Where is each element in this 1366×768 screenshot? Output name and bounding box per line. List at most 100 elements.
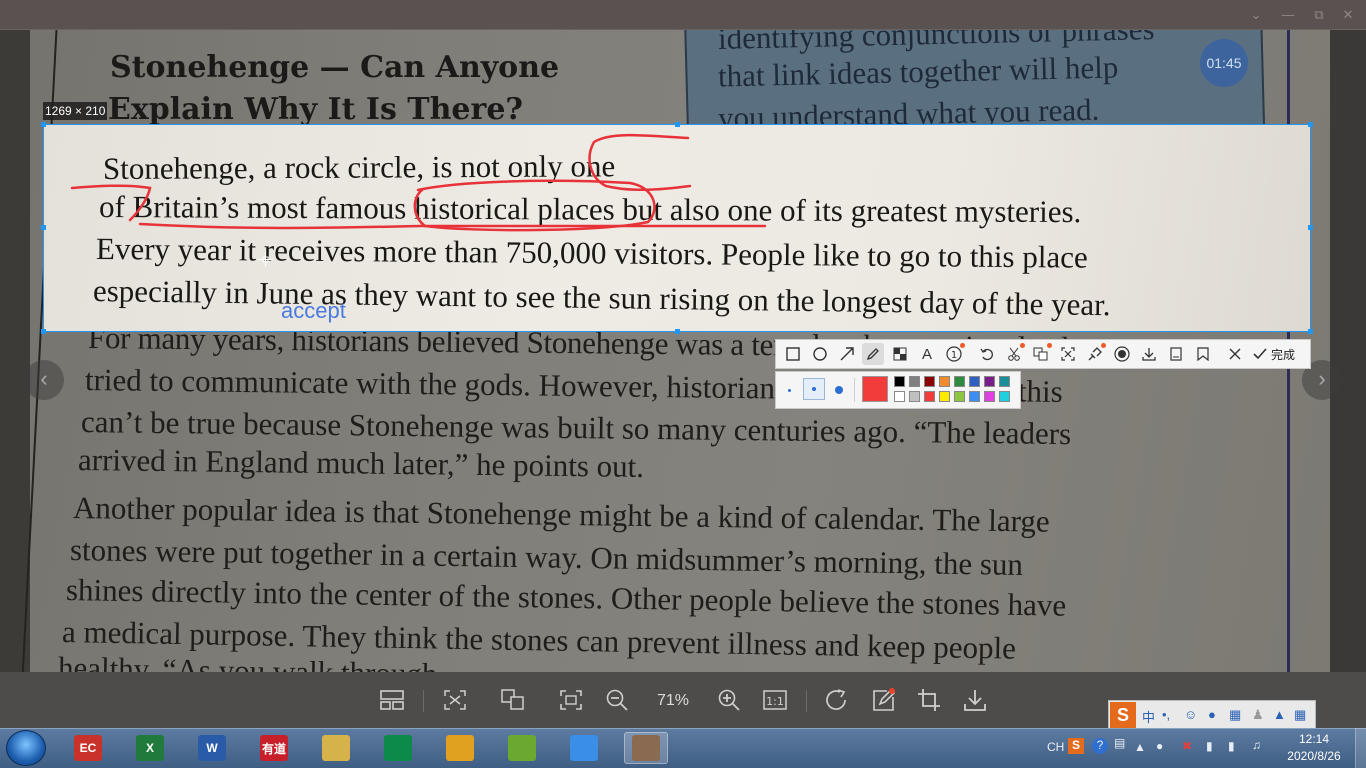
arrow-icon[interactable] (836, 343, 858, 365)
taskbar-eudic[interactable]: EC (66, 732, 110, 764)
timer-badge: 01:45 (1200, 39, 1248, 87)
resize-handle[interactable] (41, 225, 46, 230)
keyboard-icon[interactable]: ▦ (1229, 707, 1241, 723)
resize-handle[interactable] (675, 122, 680, 127)
color-swatch[interactable] (924, 391, 935, 402)
bookmark-icon[interactable] (1192, 343, 1214, 365)
ime-tray-icon[interactable]: S (1068, 738, 1084, 754)
taskbar-bird-app[interactable] (500, 732, 544, 764)
resize-handle[interactable] (1308, 329, 1313, 334)
crop-icon[interactable] (916, 686, 942, 714)
color-swatch[interactable] (894, 391, 905, 402)
menu-grid-icon[interactable]: ▦ (1294, 707, 1306, 723)
save-icon[interactable] (1165, 343, 1187, 365)
show-desktop-button[interactable] (1355, 728, 1366, 768)
mosaic-icon[interactable] (889, 343, 911, 365)
brush-size-small[interactable] (779, 380, 799, 400)
fullscreen-icon[interactable] (558, 686, 584, 714)
tray-language[interactable]: CH (1047, 740, 1064, 754)
resize-handle[interactable] (675, 329, 680, 334)
color-swatch[interactable] (939, 391, 950, 402)
mute-icon[interactable]: ✖ (1182, 739, 1192, 753)
zoom-out-icon[interactable] (604, 686, 630, 714)
record-icon[interactable] (1111, 343, 1133, 365)
minimize-icon[interactable]: — (1278, 5, 1298, 25)
zoom-level[interactable]: 71% (650, 692, 696, 710)
color-swatch[interactable] (984, 391, 995, 402)
edit-icon[interactable] (871, 686, 897, 714)
color-swatch[interactable] (894, 376, 905, 387)
pin-icon[interactable] (1084, 343, 1106, 365)
previous-image-button[interactable]: ‹ (24, 360, 64, 400)
brush-size-medium[interactable] (803, 378, 825, 400)
download-icon[interactable] (962, 686, 988, 714)
taskbar-word[interactable]: W (190, 732, 234, 764)
close-icon[interactable] (1224, 343, 1246, 365)
color-swatch[interactable] (969, 391, 980, 402)
cutout-icon[interactable] (1003, 343, 1025, 365)
ocr-icon[interactable] (1057, 343, 1079, 365)
rectangle-icon[interactable] (782, 343, 804, 365)
translate-icon[interactable] (500, 686, 526, 714)
text-icon[interactable]: A (916, 343, 938, 365)
actual-size-icon[interactable]: 1:1 (762, 686, 788, 714)
capture-selection[interactable]: Stonehenge, a rock circle, is not only o… (43, 124, 1311, 332)
layout-icon[interactable] (379, 686, 405, 714)
taskbar-excel[interactable]: X (128, 732, 172, 764)
color-swatch[interactable] (909, 391, 920, 402)
color-swatch[interactable] (984, 376, 995, 387)
microphone-icon[interactable]: ● (1208, 707, 1216, 722)
rotate-icon[interactable] (824, 686, 850, 714)
user-icon[interactable]: ♟ (1252, 707, 1264, 723)
color-swatch[interactable] (999, 376, 1010, 387)
taskbar-photo-viewer[interactable] (624, 732, 668, 764)
taskbar-chrome[interactable] (438, 732, 482, 764)
chevron-down-icon[interactable]: ⌄ (1246, 5, 1266, 25)
resize-handle[interactable] (1308, 122, 1313, 127)
pencil-icon[interactable] (862, 343, 884, 365)
emoji-icon[interactable]: ☺ (1184, 707, 1197, 722)
current-color-swatch[interactable] (862, 376, 888, 402)
translate-icon[interactable] (1030, 343, 1052, 365)
fit-screen-icon[interactable] (442, 686, 468, 714)
color-swatch[interactable] (939, 376, 950, 387)
taskbar-baidu-netdisk[interactable] (562, 732, 606, 764)
restore-icon[interactable]: ⧉ (1309, 5, 1329, 25)
zoom-in-icon[interactable] (716, 686, 742, 714)
signal-icon[interactable]: ▮ (1228, 739, 1235, 753)
color-swatch[interactable] (954, 376, 965, 387)
color-swatch[interactable] (999, 391, 1010, 402)
start-button[interactable] (6, 730, 46, 766)
resize-handle[interactable] (1308, 225, 1313, 230)
ime-punct[interactable]: •, (1162, 707, 1170, 722)
skin-icon[interactable]: ▲ (1273, 707, 1286, 722)
volume-icon[interactable]: ♫ (1252, 738, 1261, 752)
battery-icon[interactable]: ▮ (1206, 739, 1213, 753)
tray-expand-icon[interactable]: ▲ (1134, 740, 1146, 754)
taskbar-file-explorer[interactable] (314, 732, 358, 764)
color-swatch[interactable] (969, 376, 980, 387)
photo-edge-right (1330, 30, 1366, 672)
qq-icon[interactable]: ● (1156, 739, 1163, 753)
taskbar-media-app[interactable] (376, 732, 420, 764)
brush-size-large[interactable] (829, 380, 849, 400)
help-icon[interactable]: ? (1092, 738, 1108, 754)
close-icon[interactable]: ✕ (1338, 5, 1358, 25)
resize-handle[interactable] (41, 329, 46, 334)
taskbar-youdao[interactable]: 有道 (252, 732, 296, 764)
color-swatch[interactable] (924, 376, 935, 387)
selected-line: especially in June as they want to see t… (92, 273, 1111, 323)
resize-handle[interactable] (41, 122, 46, 127)
color-swatch[interactable] (909, 376, 920, 387)
ime-mode[interactable]: 中 (1142, 707, 1155, 726)
download-icon[interactable] (1138, 343, 1160, 365)
eudic-icon: EC (74, 735, 102, 761)
network-icon[interactable]: ▤ (1114, 736, 1125, 750)
number-icon[interactable]: 1 (943, 343, 965, 365)
ellipse-icon[interactable] (809, 343, 831, 365)
ime-logo[interactable]: S (1110, 702, 1136, 728)
system-clock[interactable]: 12:14 2020/8/26 (1284, 731, 1344, 765)
undo-icon[interactable] (976, 343, 998, 365)
done-button[interactable]: 完成 (1253, 344, 1295, 364)
color-swatch[interactable] (954, 391, 965, 402)
